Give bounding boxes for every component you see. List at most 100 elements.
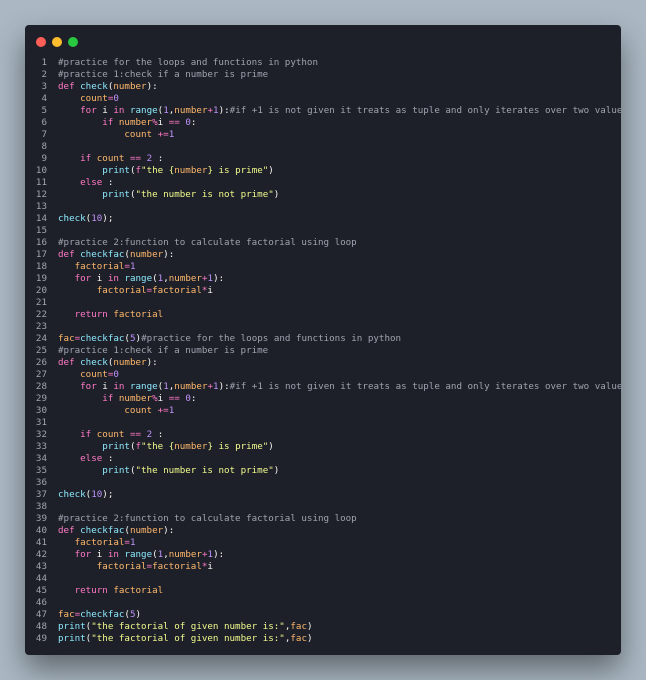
code-token: #practice 2:function to calculate factor… (58, 237, 357, 248)
code-line: 16 #practice 2:function to calculate fact… (25, 237, 621, 249)
maximize-dot-icon (68, 37, 78, 47)
code-token: 1 (129, 261, 136, 272)
code-token: number (174, 381, 208, 392)
code-token: 1 (168, 129, 175, 140)
code-line: 33 print(f"the {number} is prime") (25, 441, 621, 453)
code-token: if (80, 429, 92, 440)
code-line: 46 (25, 597, 621, 609)
code-text: factorial=factorial*i (58, 285, 213, 297)
code-token: def (58, 81, 81, 92)
code-token: print (102, 465, 130, 476)
code-line: 5 for i in range(1,number+1):#if +1 is n… (25, 105, 621, 117)
code-token: i (157, 393, 169, 404)
code-token: return (74, 585, 108, 596)
code-line: 3 def check(number): (25, 81, 621, 93)
code-text: if count == 2 : (58, 153, 163, 165)
code-token: == (168, 117, 180, 128)
code-line: 32 if count == 2 : (25, 429, 621, 441)
code-token: count (124, 129, 153, 140)
code-line: 48 print("the factorial of given number i… (25, 621, 621, 633)
code-line: 31 (25, 417, 621, 429)
code-text: count +=1 (58, 129, 174, 141)
code-line: 26 def check(number): (25, 357, 621, 369)
code-token: print (102, 189, 130, 200)
code-text: for i in range(1,number+1):#if +1 is not… (58, 381, 621, 393)
line-number: 5 (41, 105, 47, 116)
code-token: ) (268, 165, 274, 176)
line-number: 12 (35, 189, 47, 200)
code-line: 27 count=0 (25, 369, 621, 381)
code-token: def (58, 525, 81, 536)
code-line: 24 fac=checkfac(5)#practice for the loops… (25, 333, 621, 345)
code-line: 45 return factorial (25, 585, 621, 597)
line-number: 24 (35, 333, 47, 344)
code-text: factorial=factorial*i (58, 561, 213, 573)
code-token: ) (306, 621, 313, 632)
code-line: 47 fac=checkfac(5) (25, 609, 621, 621)
code-text: print("the number is not prime") (58, 189, 279, 201)
code-line: 22 return factorial (25, 309, 621, 321)
code-text: def checkfac(number): (58, 525, 174, 537)
code-token: fac (58, 333, 75, 344)
line-number: 18 (35, 261, 47, 272)
code-token: i (91, 549, 108, 560)
code-line: 41 factorial=1 (25, 537, 621, 549)
code-line: 7 count +=1 (25, 129, 621, 141)
code-token: range (129, 105, 158, 116)
code-token: number (118, 393, 153, 404)
code-text: #practice 2:function to calculate factor… (58, 513, 357, 525)
line-number: 9 (41, 153, 47, 164)
line-number: 13 (35, 201, 47, 212)
code-token: print (58, 621, 86, 632)
code-line: 39 #practice 2:function to calculate fact… (25, 513, 621, 525)
code-line: 2 #practice 1:check if a number is prime (25, 69, 621, 81)
code-line: 37 check(10); (25, 489, 621, 501)
code-token: count (124, 405, 153, 416)
line-number: 2 (41, 69, 47, 80)
code-token: range (124, 549, 153, 560)
code-token: number (174, 165, 208, 176)
code-token: "the { (141, 441, 175, 452)
code-token: def (58, 249, 81, 260)
code-line: 18 factorial=1 (25, 261, 621, 273)
code-line: 34 else : (25, 453, 621, 465)
code-token: checkfac (80, 249, 125, 260)
code-token: checkfac (80, 525, 125, 536)
code-token: i (207, 285, 213, 296)
code-token: == (129, 429, 142, 440)
code-window: 1 #practice for the loops and functions i… (25, 25, 621, 655)
line-number: 28 (35, 381, 47, 392)
line-number: 48 (35, 621, 47, 632)
minimize-dot-icon (52, 37, 62, 47)
code-text: #practice for the loops and functions in… (58, 57, 318, 69)
code-token: i (91, 273, 108, 284)
line-number: 4 (41, 93, 47, 104)
code-text: print(f"the {number} is prime") (58, 165, 274, 177)
code-token: print (58, 633, 86, 644)
code-token: factorial (74, 261, 125, 272)
line-number: 15 (35, 225, 47, 236)
code-token: number (168, 549, 202, 560)
code-line: 35 print("the number is not prime") (25, 465, 621, 477)
line-number: 33 (35, 441, 47, 452)
code-token: number (129, 249, 164, 260)
code-token: fac (290, 633, 307, 644)
code-line: 8 (25, 141, 621, 153)
line-number: 1 (41, 57, 47, 68)
code-token: count (80, 369, 108, 380)
line-number: 44 (35, 573, 47, 584)
code-text: #practice 2:function to calculate factor… (58, 237, 357, 249)
line-number: 40 (35, 525, 47, 536)
code-text: factorial=1 (58, 537, 136, 549)
code-token: factorial (96, 561, 147, 572)
